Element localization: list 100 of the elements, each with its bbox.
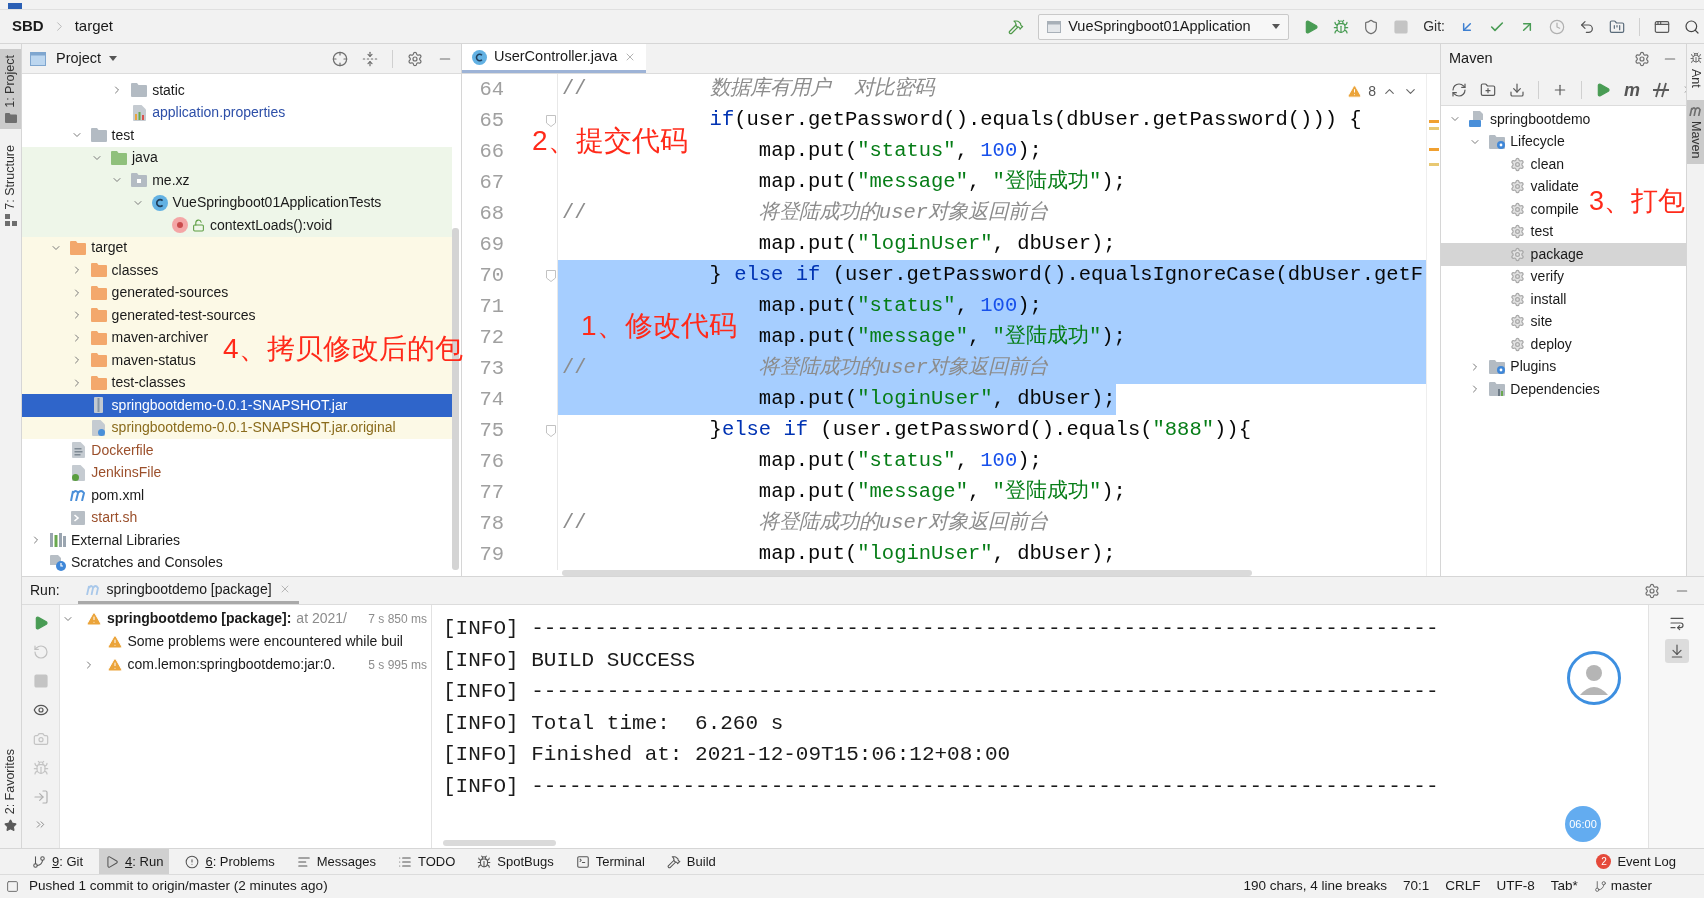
window-icon[interactable] <box>1654 18 1670 35</box>
tool-window-button[interactable]: Messages <box>290 849 382 874</box>
tree-item[interactable]: test <box>1489 220 1554 243</box>
tool-window-tab[interactable]: 2: Favorites <box>0 742 21 838</box>
tree-item[interactable]: static <box>111 79 185 102</box>
tree-item[interactable]: Dependencies <box>1469 378 1600 401</box>
crosshair-icon[interactable] <box>332 50 348 67</box>
refresh-icon[interactable] <box>1451 81 1467 98</box>
breadcrumb[interactable]: target <box>74 15 114 38</box>
bug-icon[interactable] <box>32 760 49 776</box>
tool-window-button[interactable]: 4: Run <box>99 849 170 874</box>
run-icon[interactable] <box>1303 18 1320 35</box>
tool-window-button[interactable]: Terminal <box>569 849 651 874</box>
tool-window-button[interactable]: 9: Git <box>26 849 90 874</box>
settings-icon[interactable] <box>407 50 423 67</box>
stop-icon[interactable] <box>32 673 49 689</box>
collapse-icon[interactable] <box>362 50 378 67</box>
settings-icon[interactable] <box>1634 51 1650 67</box>
tree-item[interactable]: classes <box>70 259 159 282</box>
editor-tab[interactable]: UserController.java <box>462 44 647 73</box>
folder-icon[interactable] <box>1609 18 1625 35</box>
tree-item[interactable]: pom.xml <box>50 484 145 507</box>
tree-item[interactable]: Plugins <box>1469 355 1557 378</box>
skip-tests-icon[interactable] <box>1653 81 1669 98</box>
branch-widget[interactable]: master <box>1593 876 1652 897</box>
caret-down-icon[interactable] <box>1272 24 1281 29</box>
tree-item[interactable]: site <box>1489 310 1553 333</box>
tree-item[interactable]: validate <box>1489 175 1579 198</box>
tree-item[interactable]: me.xz <box>111 169 190 192</box>
fold-marker-icon[interactable] <box>546 424 556 437</box>
tree-item[interactable]: generated-test-sources <box>70 304 256 327</box>
breadcrumb[interactable]: SBD <box>12 15 44 38</box>
tree-item[interactable]: deploy <box>1489 333 1572 356</box>
camera-icon[interactable] <box>32 731 49 747</box>
tree-item[interactable]: install <box>1489 288 1567 311</box>
tool-window-button[interactable]: Build <box>660 849 722 874</box>
search-icon[interactable] <box>1684 18 1700 35</box>
tree-item[interactable]: compile <box>1489 198 1579 221</box>
download-icon[interactable] <box>1509 81 1525 98</box>
horizontal-scrollbar[interactable] <box>443 840 556 846</box>
tree-item[interactable]: java <box>91 146 158 169</box>
run-configuration-dropdown[interactable]: VueSpringboot01Application <box>1038 13 1290 40</box>
tree-item[interactable]: clean <box>1489 153 1565 176</box>
tree-item[interactable]: generated-sources <box>70 281 229 304</box>
status-item[interactable]: CRLF <box>1445 876 1481 897</box>
status-item[interactable]: 190 chars, 4 line breaks <box>1243 876 1387 897</box>
tree-item[interactable]: contextLoads():void <box>152 214 333 237</box>
status-message[interactable]: Pushed 1 commit to origin/master (2 minutes ago) <box>29 876 328 897</box>
warning-count[interactable]: 8 <box>1368 81 1376 102</box>
status-item[interactable]: Tab* <box>1550 876 1578 897</box>
undo-icon[interactable] <box>1579 18 1595 35</box>
hammer-icon[interactable] <box>1008 18 1025 35</box>
stripe-mark-icon[interactable] <box>1428 120 1439 123</box>
fold-marker-icon[interactable] <box>546 269 556 282</box>
status-item[interactable]: UTF-8 <box>1496 876 1535 897</box>
tree-item[interactable]: start.sh <box>50 506 138 529</box>
build-tree-item[interactable]: springbootdemo [package]: at 2021/ 7 s 850 ms <box>60 607 431 630</box>
tool-window-tab[interactable]: 1: Project <box>0 49 21 129</box>
tree-item[interactable]: maven-archiver <box>70 326 209 349</box>
build-tree-item[interactable]: com.lemon:springbootdemo:jar:0. 5 s 995 ms <box>60 653 431 676</box>
warning-icon[interactable] <box>1347 84 1363 99</box>
status-item[interactable]: 70:1 <box>1402 876 1430 897</box>
tool-window-button[interactable]: 6: Problems <box>179 849 281 874</box>
run-icon[interactable] <box>1595 81 1611 98</box>
rerun-icon[interactable] <box>32 644 49 660</box>
horizontal-scrollbar[interactable] <box>562 570 1252 576</box>
tree-item[interactable]: Scratches and Consoles <box>30 551 223 574</box>
tree-item[interactable]: Dockerfile <box>50 439 154 462</box>
tree-item[interactable]: maven-status <box>70 349 196 372</box>
stripe-mark-icon[interactable] <box>1428 163 1439 166</box>
stripe-mark-icon[interactable] <box>1428 127 1439 130</box>
stripe-mark-icon[interactable] <box>1428 148 1439 151</box>
soft-wrap-icon[interactable] <box>1668 615 1685 631</box>
bug-icon[interactable] <box>1333 18 1350 35</box>
folder-plus-icon[interactable] <box>1480 81 1496 98</box>
app-logo-icon[interactable] <box>8 3 22 9</box>
clock-icon[interactable] <box>1549 18 1565 35</box>
stop-icon[interactable] <box>1393 18 1410 35</box>
tool-window-button[interactable]: SpotBugs <box>471 849 560 874</box>
build-tree-item[interactable]: Some problems were encountered while buil <box>60 630 431 653</box>
tree-item[interactable]: External Libraries <box>30 529 180 552</box>
settings-icon[interactable] <box>1644 582 1660 599</box>
tool-window-tab[interactable]: 7: Structure <box>0 138 21 233</box>
fold-marker-icon[interactable] <box>546 114 556 127</box>
event-log-button[interactable]: 2 Event Log <box>1596 851 1676 872</box>
more-icon[interactable] <box>34 818 47 831</box>
tree-item[interactable]: target <box>50 236 128 259</box>
tree-item[interactable]: springbootdemo-0.0.1-SNAPSHOT.jar <box>70 394 348 417</box>
tree-item[interactable]: springbootdemo-0.0.1-SNAPSHOT.jar.original <box>70 416 396 439</box>
eye-icon[interactable] <box>32 702 49 718</box>
tree-item[interactable]: VueSpringboot01ApplicationTests <box>131 191 382 214</box>
tree-item[interactable]: test-classes <box>70 371 186 394</box>
execute-goal-button[interactable]: m <box>1624 80 1640 99</box>
view-selector[interactable]: Project <box>56 47 118 70</box>
tree-item[interactable]: package <box>1489 243 1584 266</box>
tree-item[interactable]: application.properties <box>111 101 286 124</box>
tree-item[interactable]: Lifecycle <box>1469 130 1565 153</box>
tree-item[interactable]: test <box>70 124 135 147</box>
tree-item[interactable]: JenkinsFile <box>50 461 162 484</box>
login-icon[interactable] <box>32 789 49 805</box>
